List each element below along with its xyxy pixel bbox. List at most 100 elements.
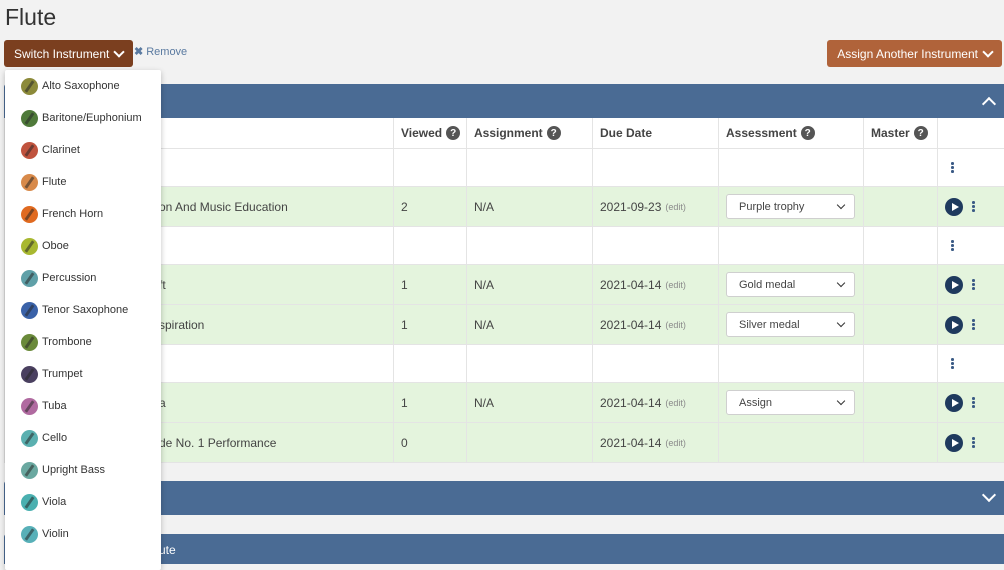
more-options-icon[interactable]	[972, 437, 975, 448]
instrument-label: Tuba	[42, 400, 67, 412]
row-actions	[938, 383, 1004, 422]
instrument-dropdown-menu: Alto Saxophone Baritone/Euphonium Clarinet…	[5, 70, 161, 570]
edit-due-link[interactable]: (edit)	[665, 320, 686, 330]
row-viewed: 0	[394, 423, 467, 462]
assessment-select[interactable]: Assign	[726, 390, 855, 415]
instrument-label: Percussion	[42, 272, 97, 284]
instrument-option[interactable]: Violin	[5, 518, 161, 550]
instrument-icon	[21, 493, 38, 511]
play-icon[interactable]	[945, 197, 963, 216]
row-due-date: 2021-09-23 (edit)	[593, 187, 719, 226]
row-due-date: 2021-04-14 (edit)	[593, 265, 719, 304]
instrument-icon	[21, 365, 38, 383]
row-due-date: 2021-04-14 (edit)	[593, 383, 719, 422]
chevron-up-icon[interactable]	[981, 96, 997, 112]
assessment-select[interactable]: Purple trophy	[726, 194, 855, 219]
instrument-option[interactable]: French Horn	[5, 198, 161, 230]
play-icon[interactable]	[945, 275, 963, 294]
row-assessment: Silver medal	[719, 305, 864, 344]
edit-due-link[interactable]: (edit)	[665, 438, 686, 448]
instrument-option[interactable]: Oboe	[5, 230, 161, 262]
edit-due-link[interactable]: (edit)	[665, 398, 686, 408]
more-options-icon[interactable]	[972, 279, 975, 290]
instrument-option[interactable]: Alto Saxophone	[5, 70, 161, 102]
help-icon[interactable]: ?	[800, 126, 815, 140]
instrument-option[interactable]: Tenor Saxophone	[5, 294, 161, 326]
page-title: Flute	[5, 4, 57, 30]
instrument-option[interactable]: Trombone	[5, 326, 161, 358]
switch-instrument-label: Switch Instrument	[14, 46, 110, 61]
section-3-title: ute	[159, 543, 176, 557]
row-viewed: 1	[394, 265, 467, 304]
row-assignment: N/A	[467, 187, 593, 226]
instrument-option[interactable]: Baritone/Euphonium	[5, 102, 161, 134]
instrument-label: Cello	[42, 432, 68, 444]
edit-due-link[interactable]: (edit)	[665, 202, 686, 212]
instrument-option[interactable]: Flute	[5, 166, 161, 198]
row-viewed: 1	[394, 383, 467, 422]
play-icon[interactable]	[945, 315, 963, 334]
instrument-label: Flute	[42, 176, 67, 188]
instrument-option[interactable]: Upright Bass	[5, 454, 161, 486]
more-options-icon[interactable]	[951, 162, 954, 173]
chevron-down-icon[interactable]	[981, 487, 997, 503]
row-due-date: 2021-04-14 (edit)	[593, 423, 719, 462]
instrument-icon	[21, 141, 38, 159]
header-assessment: Assessment?	[719, 118, 864, 148]
remove-link[interactable]: ✖ Remove	[134, 45, 188, 59]
instrument-label: Tenor Saxophone	[42, 304, 129, 316]
play-icon[interactable]	[945, 393, 963, 412]
instrument-option[interactable]: Percussion	[5, 262, 161, 294]
row-master	[864, 265, 938, 304]
row-assignment: N/A	[467, 265, 593, 304]
more-options-icon[interactable]	[972, 397, 975, 408]
assessment-select[interactable]: Silver medal	[726, 312, 855, 337]
row-master	[864, 305, 938, 344]
row-assignment	[467, 423, 593, 462]
more-options-icon[interactable]	[951, 358, 954, 369]
chevron-down-icon	[836, 200, 846, 210]
help-icon[interactable]: ?	[546, 126, 561, 140]
row-actions	[938, 423, 1004, 462]
instrument-option[interactable]: Trumpet	[5, 358, 161, 390]
row-actions	[938, 187, 1004, 226]
row-assessment	[719, 423, 864, 462]
play-icon[interactable]	[945, 433, 963, 452]
row-master	[864, 383, 938, 422]
instrument-label: Trumpet	[42, 368, 83, 380]
row-assignment: N/A	[467, 305, 593, 344]
instrument-label: French Horn	[42, 208, 104, 220]
instrument-icon	[21, 173, 38, 191]
row-assignment: N/A	[467, 383, 593, 422]
switch-instrument-button[interactable]: Switch Instrument	[4, 40, 134, 67]
help-icon[interactable]: ?	[913, 126, 928, 140]
instrument-option[interactable]: Tuba	[5, 390, 161, 422]
edit-due-link[interactable]: (edit)	[665, 280, 686, 290]
row-viewed: 1	[394, 305, 467, 344]
instrument-option[interactable]: Cello	[5, 422, 161, 454]
instrument-option[interactable]: Clarinet	[5, 134, 161, 166]
instrument-icon	[21, 205, 38, 223]
assessment-select[interactable]: Gold medal	[726, 272, 855, 297]
row-master	[864, 187, 938, 226]
assign-another-instrument-button[interactable]: Assign Another Instrument	[827, 40, 1002, 67]
instrument-icon	[21, 461, 38, 479]
help-icon[interactable]: ?	[446, 126, 461, 140]
instrument-icon	[21, 429, 38, 447]
chevron-down-icon	[836, 278, 846, 288]
more-options-icon[interactable]	[972, 201, 975, 212]
row-assessment: Assign	[719, 383, 864, 422]
instrument-icon	[21, 269, 38, 287]
row-master	[864, 423, 938, 462]
instrument-option[interactable]: Viola	[5, 486, 161, 518]
instrument-label: Viola	[42, 496, 67, 508]
row-viewed: 2	[394, 187, 467, 226]
chevron-down-icon	[113, 45, 126, 58]
more-options-icon[interactable]	[951, 240, 954, 251]
instrument-icon	[21, 333, 38, 351]
instrument-label: Alto Saxophone	[42, 80, 120, 92]
instrument-label: Clarinet	[42, 144, 80, 156]
more-options-icon[interactable]	[972, 319, 975, 330]
instrument-icon	[21, 397, 38, 415]
remove-label: Remove	[146, 45, 188, 58]
